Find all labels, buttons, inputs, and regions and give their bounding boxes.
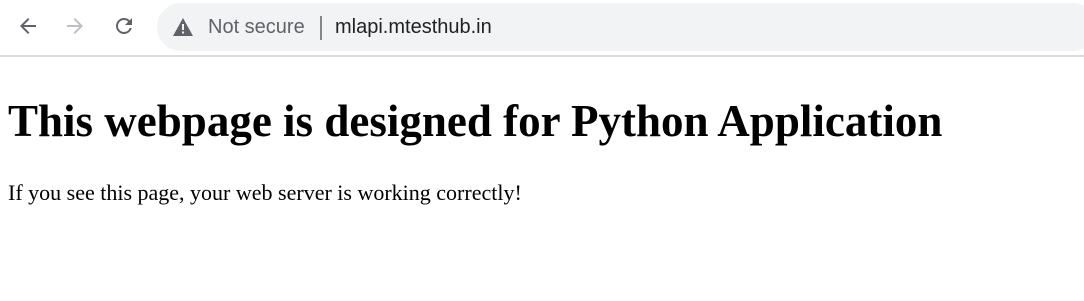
security-label: Not secure bbox=[208, 15, 305, 38]
back-button[interactable] bbox=[10, 8, 46, 44]
page-content: This webpage is designed for Python Appl… bbox=[0, 57, 1084, 301]
page-heading: This webpage is designed for Python Appl… bbox=[8, 96, 943, 146]
warning-triangle-icon bbox=[173, 18, 193, 36]
url-text[interactable]: mlapi.mtesthub.in bbox=[335, 3, 492, 51]
arrow-right-icon bbox=[67, 18, 83, 34]
security-indicator[interactable]: Not secure bbox=[173, 3, 305, 51]
status-message: If you see this page, your web server is… bbox=[8, 180, 522, 205]
omnibox-separator bbox=[320, 16, 322, 40]
arrow-left-icon bbox=[20, 18, 36, 34]
reload-button[interactable] bbox=[106, 8, 142, 44]
forward-button[interactable] bbox=[57, 8, 93, 44]
browser-toolbar: Not secure mlapi.mtesthub.in bbox=[0, 0, 1084, 57]
address-bar[interactable]: Not secure mlapi.mtesthub.in bbox=[157, 3, 1084, 51]
reload-icon bbox=[116, 18, 132, 34]
